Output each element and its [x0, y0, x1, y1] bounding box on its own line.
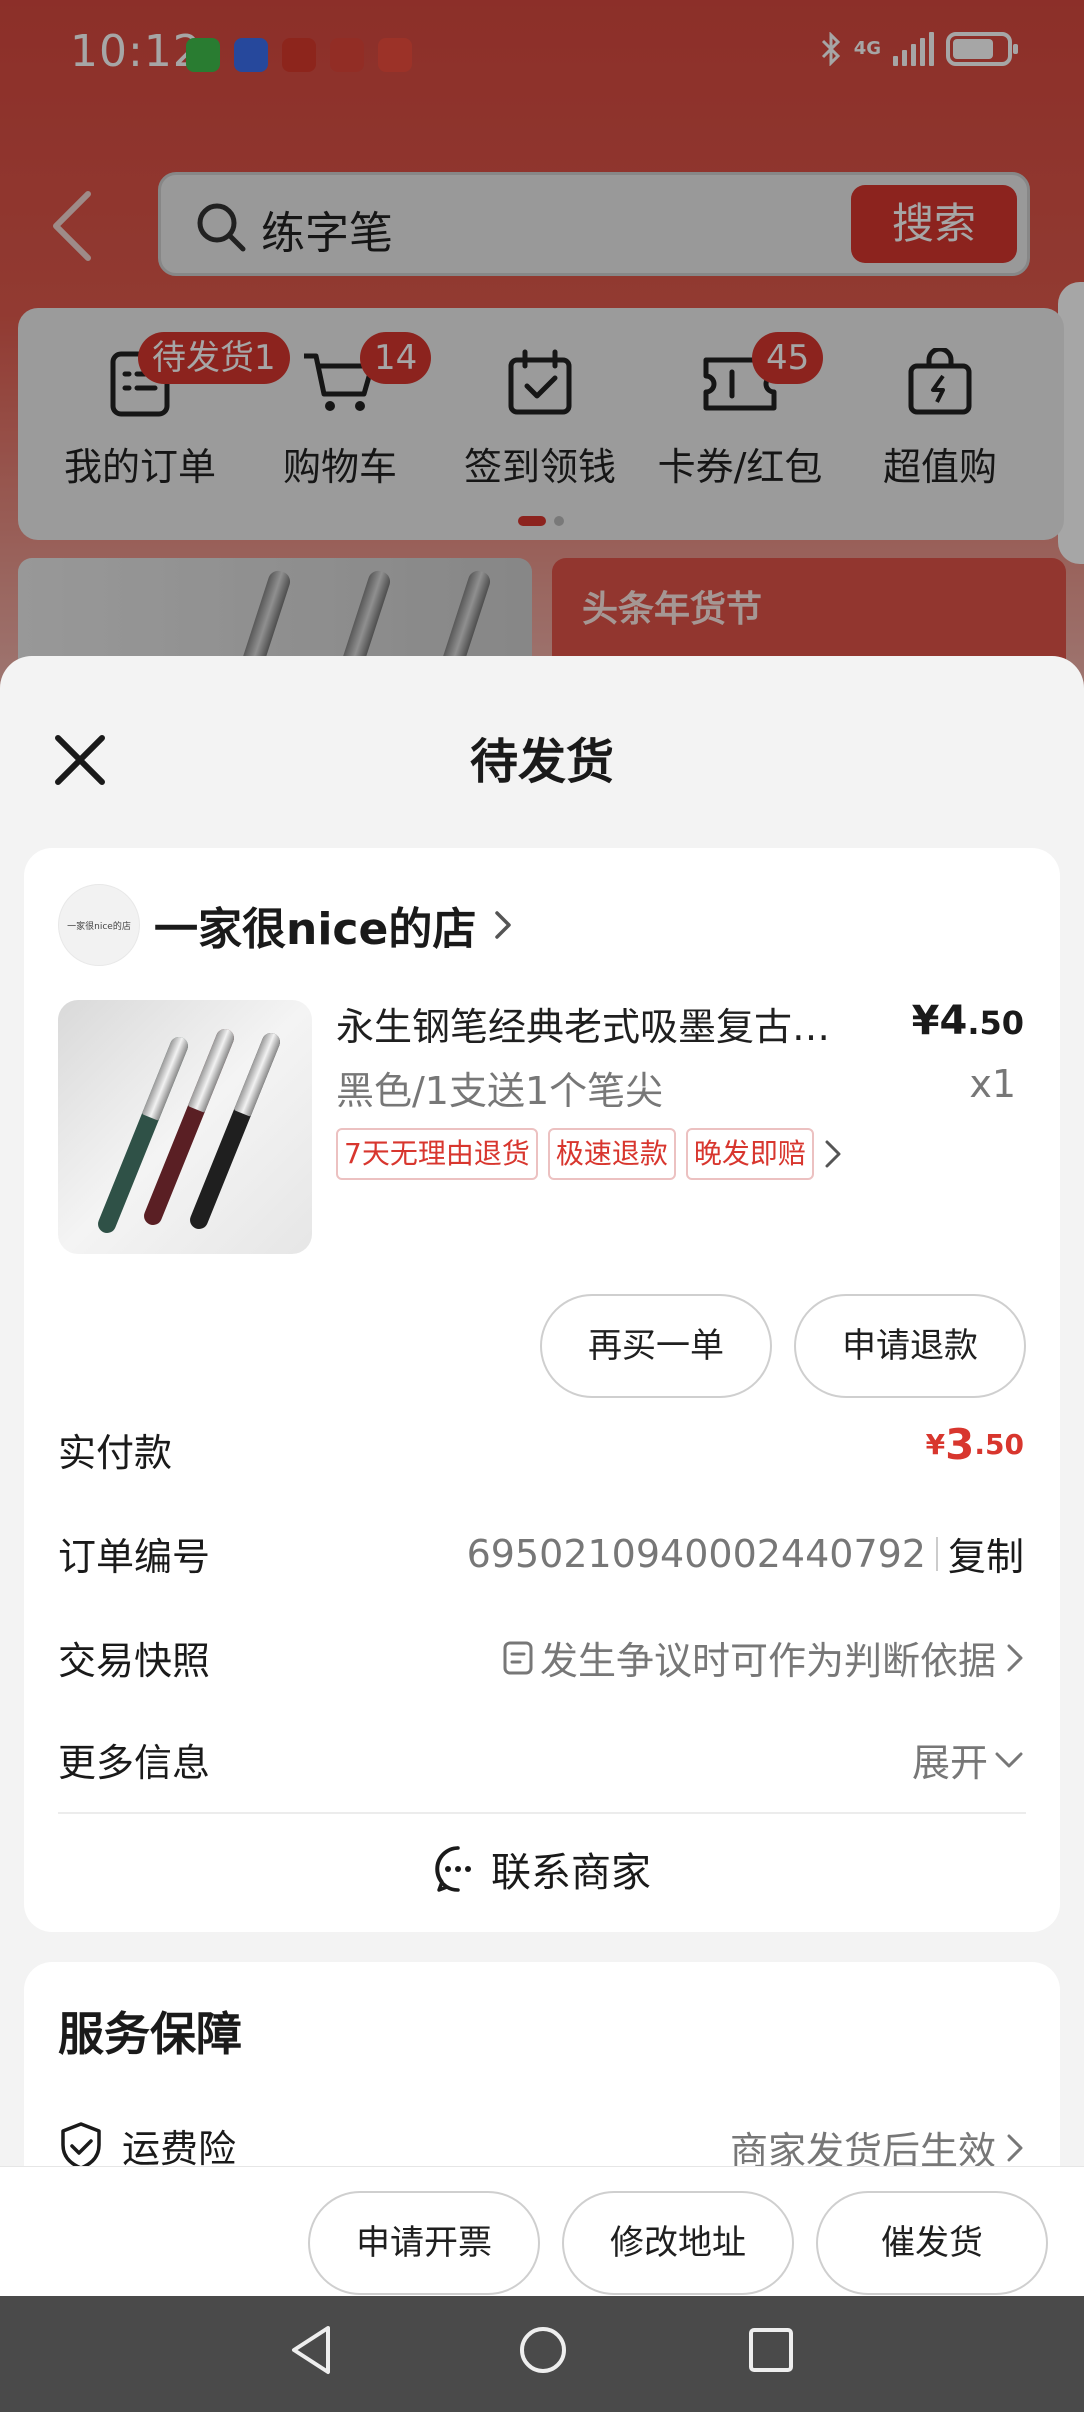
system-navigation-bar: [0, 2296, 1084, 2412]
more-info-label: 更多信息: [58, 1741, 211, 1785]
product-title[interactable]: 永生钢笔经典老式吸墨复古…: [336, 996, 856, 1051]
service-title: 服务保障: [58, 2007, 242, 2061]
paid-label: 实付款: [58, 1431, 173, 1475]
product-quantity: x1: [969, 1062, 1016, 1106]
order-card: 一家很nice的店 一家很nice的店 永生钢笔经典老式吸墨复古… ¥4.50 …: [24, 848, 1060, 1932]
shipping-insurance-row[interactable]: 运费险: [58, 2118, 236, 2173]
order-number-label: 订单编号: [58, 1535, 211, 1579]
paid-decimal: .50: [974, 1428, 1024, 1461]
bottom-action-bar: 申请开票 修改地址 催发货: [0, 2166, 1084, 2296]
request-invoice-button[interactable]: 申请开票: [308, 2191, 540, 2295]
chevron-right-icon: [495, 911, 512, 939]
order-number: 6950210940002440792: [466, 1531, 926, 1576]
product-sku: 黑色/1支送1个笔尖: [336, 1069, 664, 1113]
paid-currency: ¥: [925, 1428, 946, 1461]
document-icon: [503, 1641, 533, 1674]
snapshot-value: 发生争议时可作为判断依据: [539, 1639, 996, 1683]
tag-late-compensation: 晚发即赔: [685, 1128, 814, 1180]
shield-check-icon: [61, 2121, 101, 2170]
sheet-title: 待发货: [469, 734, 614, 790]
divider: [935, 1536, 938, 1571]
chat-bubble-icon: [435, 1846, 471, 1892]
expand-more-info[interactable]: 展开: [912, 1732, 1024, 1787]
nav-recents-icon[interactable]: [748, 2322, 794, 2378]
modify-address-button[interactable]: 修改地址: [562, 2191, 794, 2295]
nav-home-icon[interactable]: [518, 2322, 568, 2378]
apply-refund-button[interactable]: 申请退款: [794, 1294, 1026, 1398]
chevron-right-icon: [1007, 2134, 1023, 2161]
contact-merchant-label: 联系商家: [491, 1850, 651, 1896]
product-price: ¥4.50: [912, 998, 1024, 1044]
tag-fast-refund: 极速退款: [547, 1128, 676, 1180]
price-decimal: .50: [967, 1004, 1024, 1042]
chevron-right-icon: [1007, 1644, 1023, 1671]
shop-name: 一家很nice的店: [154, 904, 477, 955]
snapshot-label: 交易快照: [58, 1639, 211, 1683]
buy-again-button[interactable]: 再买一单: [540, 1294, 772, 1398]
expand-label: 展开: [911, 1741, 988, 1785]
product-image[interactable]: [58, 1000, 312, 1254]
chevron-right-icon: [825, 1140, 841, 1168]
price-currency: ¥: [911, 998, 940, 1044]
order-detail-sheet: 待发货 一家很nice的店 一家很nice的店 永生钢笔经典老式吸墨复古… ¥4…: [0, 656, 1084, 2296]
service-tags[interactable]: 7天无理由退货 极速退款 晚发即赔: [336, 1128, 842, 1180]
paid-integer: 3: [945, 1420, 975, 1469]
contact-merchant-button[interactable]: 联系商家: [24, 1840, 1060, 1898]
shop-avatar: 一家很nice的店: [58, 884, 140, 966]
shop-link[interactable]: 一家很nice的店 一家很nice的店: [58, 884, 512, 966]
pen-shape: [187, 1030, 283, 1232]
shipping-insurance-label: 运费险: [122, 2127, 237, 2171]
copy-button[interactable]: 复制: [948, 1526, 1024, 1581]
divider: [58, 1812, 1026, 1814]
chevron-down-icon: [995, 1752, 1023, 1767]
nav-back-icon[interactable]: [288, 2322, 334, 2378]
snapshot-link[interactable]: 发生争议时可作为判断依据: [502, 1630, 1024, 1685]
urge-shipping-button[interactable]: 催发货: [816, 2191, 1048, 2295]
price-integer: 4: [939, 998, 968, 1044]
tag-7day-return: 7天无理由退货: [336, 1128, 538, 1180]
order-number-row: 6950210940002440792 复制: [467, 1526, 1024, 1581]
paid-amount: ¥3.50: [926, 1420, 1024, 1469]
